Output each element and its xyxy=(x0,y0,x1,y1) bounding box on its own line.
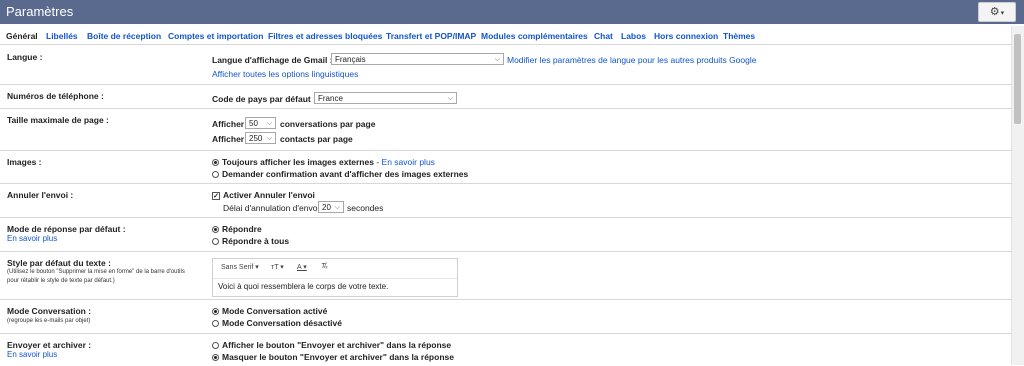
tab-general[interactable]: Général xyxy=(6,31,38,41)
language-row: Langue : Langue d'affichage de Gmail : F… xyxy=(0,44,1012,85)
display-language-label: Langue d'affichage de Gmail : xyxy=(212,55,333,65)
undo-send-label: Annuler l'envoi : xyxy=(7,190,74,200)
tab-inbox[interactable]: Boîte de réception xyxy=(87,31,161,41)
radio-button[interactable] xyxy=(212,320,219,328)
conversation-label: Mode Conversation : xyxy=(7,306,92,316)
tab-addons[interactable]: Modules complémentaires xyxy=(481,31,588,41)
chevron-down-icon: ⌵ xyxy=(494,56,500,63)
send-archive-label: Envoyer et archiver : xyxy=(7,340,92,350)
language-select-value: Français xyxy=(335,55,366,64)
radio-button[interactable] xyxy=(212,342,219,350)
conversation-note: (regroupe les e-mails par objet) xyxy=(7,318,91,324)
undo-delay-suffix: secondes xyxy=(347,203,384,213)
show-conversations-label: Afficher xyxy=(212,119,245,129)
show-send-archive-option[interactable]: Afficher le bouton "Envoyer et archiver"… xyxy=(212,340,451,350)
settings-tabs: Général Libellés Boîte de réception Comp… xyxy=(0,28,1012,44)
phone-label: Numéros de téléphone : xyxy=(7,91,104,101)
radio-button[interactable] xyxy=(212,238,219,246)
radio-button[interactable] xyxy=(212,354,219,362)
send-archive-row: Envoyer et archiver : En savoir plus Aff… xyxy=(0,333,1012,366)
radio-button[interactable] xyxy=(212,171,219,179)
reply-option[interactable]: Répondre xyxy=(212,224,262,234)
font-family-button[interactable]: Sans Serif ▾ xyxy=(221,263,259,271)
radio-button[interactable] xyxy=(212,308,219,316)
undo-send-checkbox[interactable]: ✓ Activer Annuler l'envoi xyxy=(212,190,315,200)
chevron-down-icon: ⌵ xyxy=(266,135,272,142)
font-size-icon[interactable]: ᴛT ▾ xyxy=(271,263,284,271)
scrollbar[interactable] xyxy=(1011,26,1024,365)
page-size-row: Taille maximale de page : Afficher 50 ⌵ c… xyxy=(0,108,1012,151)
images-label: Images : xyxy=(7,157,42,167)
tab-themes[interactable]: Thèmes xyxy=(723,31,755,41)
country-code-select[interactable]: France ⌵ xyxy=(314,92,457,104)
tab-forwarding[interactable]: Transfert et POP/IMAP xyxy=(386,31,476,41)
undo-delay-select[interactable]: 20 ⌵ xyxy=(318,201,344,213)
tab-filters[interactable]: Filtres et adresses bloquées xyxy=(268,31,382,41)
settings-button[interactable]: ⚙▾ xyxy=(978,2,1016,22)
tab-chat[interactable]: Chat xyxy=(594,31,613,41)
text-style-label: Style par défaut du texte : xyxy=(7,258,111,268)
contacts-per-page-value: 250 xyxy=(249,134,263,143)
text-style-editor[interactable]: Sans Serif ▾ ᴛT ▾ A ▾ T̸ₓ Voici à quoi r… xyxy=(212,258,458,297)
undo-delay-value: 20 xyxy=(322,203,331,212)
tab-labs[interactable]: Labos xyxy=(621,31,646,41)
other-products-language-link[interactable]: Modifier les paramètres de langue pour l… xyxy=(507,55,756,65)
contacts-per-page-select[interactable]: 250 ⌵ xyxy=(245,132,276,144)
language-label: Langue : xyxy=(7,52,43,62)
tab-accounts[interactable]: Comptes et importation xyxy=(168,31,263,41)
header-bar: Paramètres ⚙▾ xyxy=(0,0,1024,24)
page-size-label: Taille maximale de page : xyxy=(7,115,109,125)
contacts-suffix: contacts par page xyxy=(280,134,353,144)
hide-send-archive-option[interactable]: Masquer le bouton "Envoyer et archiver" … xyxy=(212,352,454,362)
remove-formatting-icon[interactable]: T̸ₓ xyxy=(321,263,328,270)
chevron-down-icon: ▾ xyxy=(255,264,259,271)
images-option-ask[interactable]: Demander confirmation avant d'afficher d… xyxy=(212,169,468,179)
country-code-value: France xyxy=(318,94,343,103)
country-code-label: Code de pays par défaut : xyxy=(212,94,316,104)
chevron-down-icon: ▾ xyxy=(1000,10,1005,17)
radio-button[interactable] xyxy=(212,226,219,234)
conversations-suffix: conversations par page xyxy=(280,119,376,129)
gear-icon: ⚙ xyxy=(989,6,1000,18)
chevron-down-icon: ⌵ xyxy=(334,204,340,211)
conversation-row: Mode Conversation : (regroupe les e-mail… xyxy=(0,299,1012,334)
text-style-preview: Voici à quoi ressemblera le corps de vot… xyxy=(218,282,389,291)
conversation-on-option[interactable]: Mode Conversation activé xyxy=(212,306,327,316)
all-language-options-link[interactable]: Afficher toutes les options linguistique… xyxy=(212,69,358,79)
formatting-toolbar: Sans Serif ▾ ᴛT ▾ A ▾ T̸ₓ xyxy=(213,259,457,279)
conversations-per-page-select[interactable]: 50 ⌵ xyxy=(245,117,276,129)
reply-mode-label: Mode de réponse par défaut : xyxy=(7,224,126,234)
tab-labels[interactable]: Libellés xyxy=(46,31,78,41)
chevron-down-icon: ⌵ xyxy=(447,95,453,102)
radio-button[interactable] xyxy=(212,159,219,167)
text-style-row: Style par défaut du texte : (Utilisez le… xyxy=(0,251,1012,300)
phone-row: Numéros de téléphone : Code de pays par … xyxy=(0,84,1012,109)
undo-delay-label: Délai d'annulation d'envoi : xyxy=(223,203,325,213)
language-select[interactable]: Français ⌵ xyxy=(331,53,504,65)
conversations-per-page-value: 50 xyxy=(249,119,258,128)
text-color-icon[interactable]: A ▾ xyxy=(297,263,307,271)
reply-mode-learn-more-link[interactable]: En savoir plus xyxy=(7,234,57,243)
images-learn-more-link[interactable]: En savoir plus xyxy=(382,157,435,167)
scrollbar-thumb[interactable] xyxy=(1014,34,1021,124)
conversation-off-option[interactable]: Mode Conversation désactivé xyxy=(212,318,342,328)
page-title: Paramètres xyxy=(6,4,74,19)
images-row: Images : Toujours afficher les images ex… xyxy=(0,150,1012,184)
tab-offline[interactable]: Hors connexion xyxy=(654,31,718,41)
images-option-always[interactable]: Toujours afficher les images externes - … xyxy=(212,157,435,167)
send-archive-learn-more-link[interactable]: En savoir plus xyxy=(7,350,57,359)
chevron-down-icon: ⌵ xyxy=(266,120,272,127)
reply-mode-row: Mode de réponse par défaut : En savoir p… xyxy=(0,217,1012,252)
checkbox-checked-icon[interactable]: ✓ xyxy=(212,191,220,200)
undo-send-row: Annuler l'envoi : ✓ Activer Annuler l'env… xyxy=(0,183,1012,218)
text-style-note: (Utilisez le bouton "Supprimer la mise e… xyxy=(7,269,185,284)
show-contacts-label: Afficher xyxy=(212,134,245,144)
reply-all-option[interactable]: Répondre à tous xyxy=(212,236,289,246)
